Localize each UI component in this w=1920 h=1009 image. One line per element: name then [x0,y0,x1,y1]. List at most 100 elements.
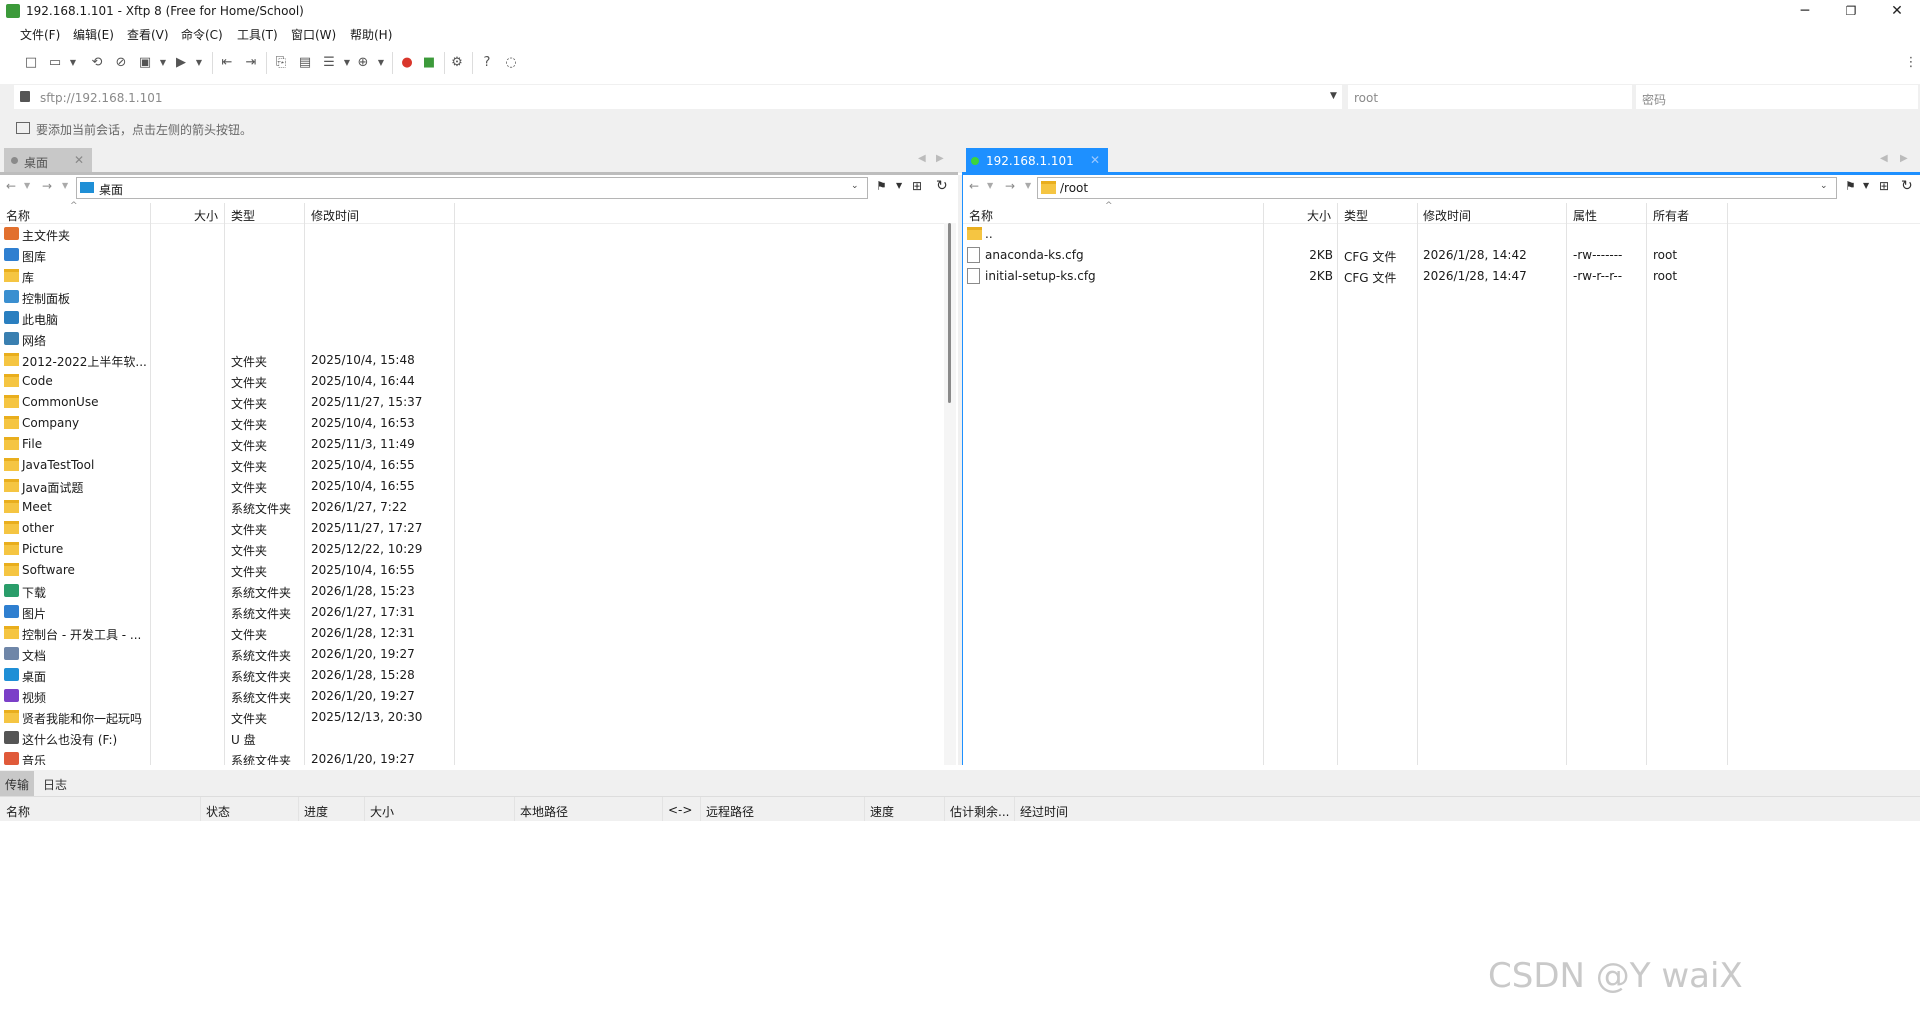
chevron-down-icon[interactable]: ▼ [987,181,993,190]
new-folder-icon[interactable]: ⊞ [1879,179,1889,193]
help-icon[interactable]: ? [478,54,496,72]
menu-command[interactable]: 命令(C) [181,26,223,43]
dropdown-arrow-icon[interactable]: ▼ [64,54,82,72]
chevron-down-icon[interactable]: ▼ [62,181,68,190]
back-arrow-icon[interactable]: ← [969,179,979,193]
tab-transfers[interactable]: 传输 [0,771,34,796]
local-col-name[interactable]: 名称 [6,207,30,224]
table-row[interactable]: JavaTestTool 文件夹 2025/10/4, 16:55 [0,455,945,476]
remote-col-modified[interactable]: 修改时间 [1423,207,1471,224]
table-row[interactable]: File 文件夹 2025/11/3, 11:49 [0,434,945,455]
table-row[interactable]: other 文件夹 2025/11/27, 17:27 [0,518,945,539]
tab-local-desktop[interactable]: 桌面 ✕ [4,148,92,173]
chevron-down-icon[interactable]: ▼ [896,181,902,190]
bookmark-icon[interactable]: ⚑ [1845,179,1856,193]
table-row[interactable]: 图库 [0,245,945,266]
local-path-field[interactable]: 桌面 ⌄ [76,177,868,199]
table-row[interactable]: Code 文件夹 2025/10/4, 16:44 [0,371,945,392]
remote-col-size[interactable]: 大小 [1307,207,1331,224]
add-session-arrow-icon[interactable] [16,122,30,134]
gear-icon[interactable]: ⚙ [448,54,466,72]
tab-scroll-right-icon[interactable]: ▶ [1900,153,1908,164]
transfer-col-progress[interactable]: 进度 [304,803,328,820]
remote-col-owner[interactable]: 所有者 [1653,207,1689,224]
more-options-icon[interactable]: ⋮ [1902,54,1920,72]
dropdown-arrow-icon[interactable]: ▼ [154,54,172,72]
back-arrow-icon[interactable]: ← [6,179,16,193]
chevron-down-icon[interactable]: ▼ [1025,181,1031,190]
tab-scroll-right-icon[interactable]: ▶ [936,153,944,164]
start-transfer-icon[interactable]: ▶ [172,54,190,72]
menu-view[interactable]: 查看(V) [127,26,169,43]
chevron-down-icon[interactable]: ▼ [1863,181,1869,190]
close-tab-icon[interactable]: ✕ [1090,153,1100,167]
transfer-col-remote-path[interactable]: 远程路径 [706,803,754,820]
transfer-col-speed[interactable]: 速度 [870,803,894,820]
chevron-down-icon[interactable]: ▼ [24,181,30,190]
table-row[interactable]: Picture 文件夹 2025/12/22, 10:29 [0,539,945,560]
download-icon[interactable]: ⇥ [242,54,260,72]
menu-edit[interactable]: 编辑(E) [73,26,114,43]
remote-col-attributes[interactable]: 属性 [1573,207,1597,224]
transfer-col-size[interactable]: 大小 [370,803,394,820]
xftp-icon[interactable]: ■ [420,54,438,72]
close-button[interactable]: ✕ [1874,0,1920,22]
chevron-down-icon[interactable]: ⌄ [1820,181,1828,191]
tab-remote-session[interactable]: 192.168.1.101 ✕ [966,148,1108,173]
table-row[interactable]: Company 文件夹 2025/10/4, 16:53 [0,413,945,434]
transfer-col-elapsed[interactable]: 经过时间 [1020,803,1068,820]
table-row[interactable]: 桌面 系统文件夹 2026/1/28, 15:28 [0,665,945,686]
tab-scroll-left-icon[interactable]: ◀ [1880,153,1888,164]
disconnect-icon[interactable]: ⊘ [112,54,130,72]
chevron-down-icon[interactable]: ⌄ [851,181,859,191]
table-row[interactable]: .. [963,224,1920,245]
dropdown-arrow-icon[interactable]: ▼ [372,54,390,72]
view-list-icon[interactable]: ☰ [320,54,338,72]
table-row[interactable]: 主文件夹 [0,224,945,245]
local-col-size[interactable]: 大小 [194,207,218,224]
table-row[interactable]: 2012-2022上半年软... 文件夹 2025/10/4, 15:48 [0,350,945,371]
table-row[interactable]: CommonUse 文件夹 2025/11/27, 15:37 [0,392,945,413]
table-row[interactable]: 此电脑 [0,308,945,329]
table-row[interactable]: 网络 [0,329,945,350]
forward-arrow-icon[interactable]: → [42,179,52,193]
table-row[interactable]: Java面试题 文件夹 2025/10/4, 16:55 [0,476,945,497]
table-row[interactable]: anaconda-ks.cfg 2KB CFG 文件 2026/1/28, 14:42… [963,245,1920,266]
menu-window[interactable]: 窗口(W) [291,26,336,43]
upload-icon[interactable]: ⇤ [218,54,236,72]
remote-col-name[interactable]: 名称 [969,207,993,224]
host-address-field[interactable]: sftp://192.168.1.101 ▼ [14,85,1342,109]
transfer-col-name[interactable]: 名称 [6,803,30,820]
copy-icon[interactable]: ⎘ [272,54,290,72]
new-folder-icon[interactable]: ⊞ [912,179,922,193]
username-field[interactable]: root [1348,85,1632,109]
scrollbar-thumb[interactable] [948,223,951,403]
dropdown-arrow-icon[interactable]: ▼ [190,54,208,72]
table-row[interactable]: 贤者我能和你一起玩吗 文件夹 2025/12/13, 20:30 [0,707,945,728]
reconnect-icon[interactable]: ⟲ [88,54,106,72]
local-col-modified[interactable]: 修改时间 [311,207,359,224]
session-manager-icon[interactable]: ▣ [136,54,154,72]
transfer-col-local-path[interactable]: 本地路径 [520,803,568,820]
table-row[interactable]: Meet 系统文件夹 2026/1/27, 7:22 [0,497,945,518]
refresh-icon[interactable]: ↻ [1901,178,1913,194]
table-row[interactable]: 下载 系统文件夹 2026/1/28, 15:23 [0,581,945,602]
tab-scroll-left-icon[interactable]: ◀ [918,153,926,164]
encoding-globe-icon[interactable]: ⊕ [354,54,372,72]
menu-file[interactable]: 文件(F) [20,26,60,43]
close-tab-icon[interactable]: ✕ [74,153,84,167]
forward-arrow-icon[interactable]: → [1005,179,1015,193]
tab-log[interactable]: 日志 [43,776,67,793]
transfer-col-eta[interactable]: 估计剩余... [950,803,1009,820]
chevron-down-icon[interactable]: ▼ [1330,91,1337,101]
table-row[interactable]: 控制台 - 开发工具 - ... 文件夹 2026/1/28, 12:31 [0,623,945,644]
menu-help[interactable]: 帮助(H) [350,26,392,43]
remote-col-type[interactable]: 类型 [1344,207,1368,224]
table-row[interactable]: 视频 系统文件夹 2026/1/20, 19:27 [0,686,945,707]
local-col-type[interactable]: 类型 [231,207,255,224]
paste-icon[interactable]: ▤ [296,54,314,72]
chat-icon[interactable]: ◌ [502,54,520,72]
table-row[interactable]: Software 文件夹 2025/10/4, 16:55 [0,560,945,581]
table-row[interactable]: 文档 系统文件夹 2026/1/20, 19:27 [0,644,945,665]
table-row[interactable]: 控制面板 [0,287,945,308]
